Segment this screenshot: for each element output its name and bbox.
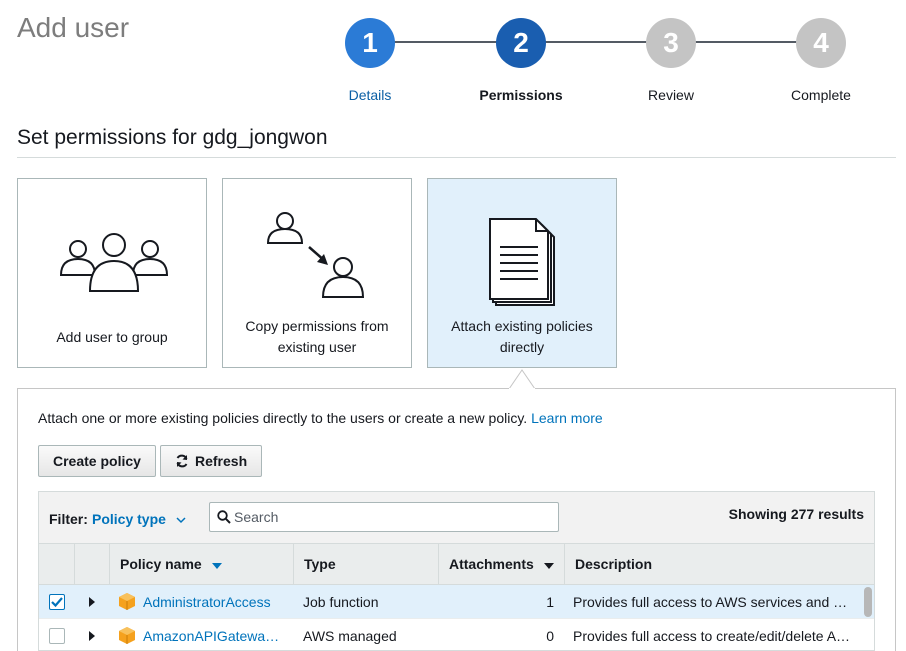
policies-table: Filter: Policy type Showing 277 results …: [38, 491, 875, 651]
row-checkbox[interactable]: [49, 594, 65, 610]
filter-label: Filter:: [49, 511, 88, 527]
header-description: Description: [565, 544, 874, 585]
learn-more-link[interactable]: Learn more: [531, 410, 603, 426]
header-type[interactable]: Type: [294, 544, 439, 585]
search-icon: [217, 510, 231, 524]
policy-type-filter[interactable]: Policy type: [92, 511, 186, 527]
table-row[interactable]: AmazonAPIGatewayAdministrator AWS manage…: [39, 619, 874, 650]
checkmark-icon: [51, 597, 63, 608]
option-attach-policies[interactable]: Attach existing policies directly: [427, 178, 617, 368]
search-box: [209, 502, 559, 532]
table-row[interactable]: AdministratorAccess Job function 1 Provi…: [39, 585, 874, 619]
policy-cube-icon: [119, 627, 135, 644]
policy-name-link[interactable]: AdministratorAccess: [143, 585, 293, 619]
row-checkbox[interactable]: [49, 628, 65, 644]
header-select: [39, 544, 75, 585]
policy-attachments: 1: [546, 594, 554, 610]
policy-cube-icon: [119, 593, 135, 610]
set-permissions-heading: Set permissions for gdg_jongwon: [17, 126, 328, 149]
selection-notch: [509, 369, 535, 389]
header-policy-name[interactable]: Policy name: [110, 544, 294, 585]
header-attachments[interactable]: Attachments: [439, 544, 565, 585]
sort-desc-icon: [211, 563, 222, 569]
copy-user-icon: [266, 212, 365, 298]
option-label: Copy permissions from existing user: [245, 318, 389, 355]
results-count: Showing 277 results: [728, 506, 864, 522]
expand-caret-icon[interactable]: [89, 631, 95, 641]
wizard-steps: 1 Details 2 Permissions 3 Review 4 Compl…: [330, 18, 890, 108]
expand-caret-icon[interactable]: [89, 597, 95, 607]
table-header: Policy name Type Attachments Description: [39, 544, 874, 585]
refresh-button[interactable]: Refresh: [160, 445, 263, 477]
option-copy-permissions[interactable]: Copy permissions from existing user: [222, 178, 412, 368]
sort-icon: [543, 563, 554, 569]
documents-icon: [489, 218, 555, 306]
refresh-label: Refresh: [195, 453, 248, 469]
policy-type: AWS managed: [303, 628, 397, 644]
chevron-down-icon: [176, 517, 186, 524]
step-2-label: Permissions: [479, 87, 563, 103]
option-add-user-to-group[interactable]: Add user to group: [17, 178, 207, 368]
step-complete: 4 Complete: [761, 18, 881, 103]
policy-attachments: 0: [546, 628, 554, 644]
user-group-icon: [59, 233, 169, 292]
policy-description: Provides full access to create/edit/dele…: [573, 628, 851, 644]
option-label: Attach existing policies directly: [451, 318, 593, 355]
step-3-circle: 3: [646, 18, 696, 68]
header-policy-name-label: Policy name: [120, 556, 202, 572]
step-permissions: 2 Permissions: [461, 18, 581, 103]
description-text: Attach one or more existing policies dir…: [38, 410, 528, 426]
step-3-label: Review: [648, 87, 694, 103]
header-description-label: Description: [575, 556, 653, 572]
policy-name-link[interactable]: AmazonAPIGatewayAdministrator: [143, 619, 283, 650]
table-scrollbar[interactable]: [864, 587, 872, 617]
policy-description: Provides full access to AWS services and…: [573, 594, 851, 610]
step-2-circle: 2: [496, 18, 546, 68]
policy-type-filter-label: Policy type: [92, 511, 166, 527]
step-4-circle: 4: [796, 18, 846, 68]
step-details[interactable]: 1 Details: [310, 18, 430, 103]
page-title: Add user: [17, 12, 130, 43]
step-1-circle: 1: [345, 18, 395, 68]
step-1-label: Details: [348, 87, 392, 103]
header-type-label: Type: [304, 556, 336, 572]
section-divider: [17, 157, 896, 158]
search-input[interactable]: [234, 503, 554, 531]
refresh-icon: [176, 454, 188, 468]
step-4-label: Complete: [791, 87, 851, 103]
header-expand: [75, 544, 110, 585]
step-review: 3 Review: [611, 18, 731, 103]
policies-description: Attach one or more existing policies dir…: [38, 410, 603, 426]
filter-bar: Filter: Policy type Showing 277 results: [39, 492, 874, 544]
policy-type: Job function: [303, 594, 379, 610]
header-attachments-label: Attachments: [449, 556, 534, 572]
step-connector-line: [370, 41, 820, 43]
create-policy-button[interactable]: Create policy: [38, 445, 156, 477]
option-label: Add user to group: [56, 329, 168, 345]
create-policy-label: Create policy: [53, 453, 141, 469]
